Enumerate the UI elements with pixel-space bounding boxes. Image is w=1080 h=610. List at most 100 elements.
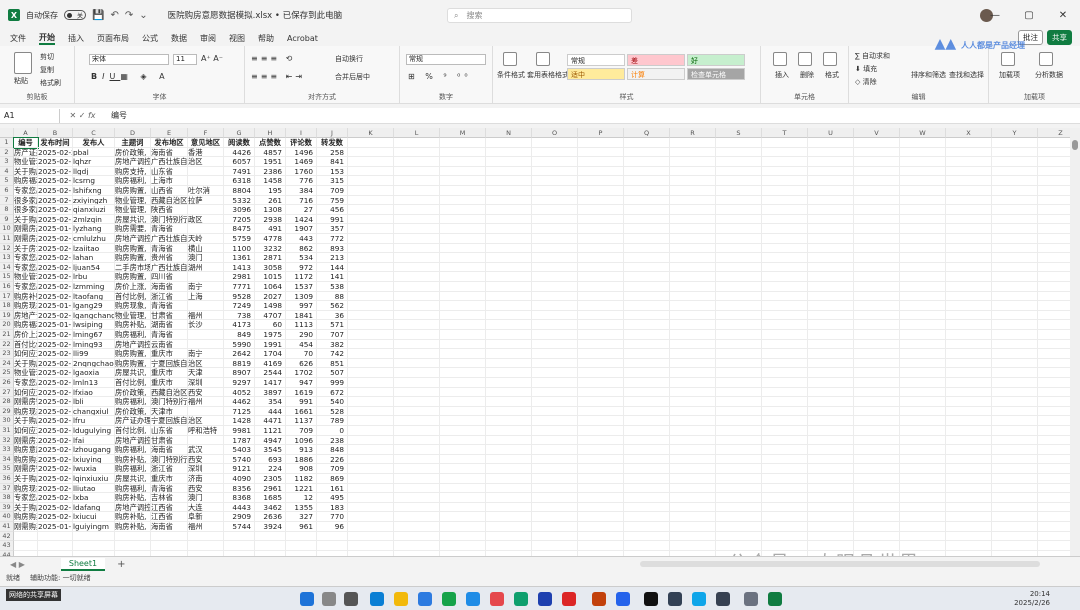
empty-cell[interactable] — [394, 214, 440, 225]
empty-cell[interactable] — [1038, 512, 1070, 522]
empty-cell[interactable] — [762, 320, 808, 330]
table-cell[interactable]: lgangchang — [73, 310, 115, 321]
table-cell[interactable]: 专家您出, — [14, 253, 38, 263]
table-cell[interactable]: 1137 — [286, 416, 317, 426]
empty-cell[interactable] — [1038, 455, 1070, 465]
empty-cell[interactable] — [578, 426, 624, 436]
table-cell[interactable] — [188, 339, 224, 350]
empty-cell[interactable] — [624, 502, 670, 513]
table-cell[interactable]: 甘肃省 — [151, 310, 188, 321]
empty-cell[interactable] — [716, 454, 762, 465]
empty-cell[interactable] — [762, 531, 808, 542]
empty-cell[interactable] — [670, 387, 716, 398]
table-cell[interactable]: 2025-02- — [38, 358, 73, 369]
empty-cell[interactable] — [624, 416, 670, 426]
table-cell[interactable]: 2025-02- — [38, 397, 73, 407]
table-cell[interactable]: 陕西省 — [151, 205, 188, 215]
table-cell[interactable]: 大连 — [188, 502, 224, 513]
table-cell[interactable]: zxiyingzh — [73, 195, 115, 206]
empty-cell[interactable] — [762, 541, 808, 551]
empty-cell[interactable] — [532, 310, 578, 321]
table-cell[interactable]: 2025-02- — [38, 243, 73, 254]
table-cell[interactable]: 房地产调控 — [115, 234, 151, 244]
empty-cell[interactable] — [440, 416, 486, 426]
empty-cell[interactable] — [716, 253, 762, 263]
empty-cell[interactable] — [716, 282, 762, 292]
empty-cell[interactable] — [854, 272, 900, 282]
empty-cell[interactable] — [394, 301, 440, 311]
empty-cell[interactable] — [348, 474, 394, 484]
empty-cell[interactable] — [670, 474, 716, 484]
table-cell[interactable]: 购房补贴, — [115, 493, 151, 503]
clear-button[interactable]: ◇ 清除 — [855, 77, 877, 87]
empty-cell[interactable] — [716, 349, 762, 359]
table-cell[interactable]: ljuan54 — [73, 262, 115, 273]
table-cell[interactable]: 青海省 — [151, 301, 188, 311]
table-cell[interactable]: 4173 — [224, 320, 255, 330]
empty-cell[interactable] — [808, 531, 854, 542]
empty-cell[interactable] — [532, 224, 578, 234]
empty-cell[interactable] — [624, 243, 670, 254]
insert-cells-button[interactable]: 插入 — [775, 70, 789, 80]
empty-cell[interactable] — [578, 483, 624, 494]
empty-cell[interactable] — [532, 426, 578, 436]
empty-cell[interactable] — [624, 368, 670, 378]
style-check[interactable]: 检查单元格 — [687, 68, 745, 80]
empty-cell[interactable] — [1038, 436, 1070, 446]
empty-cell[interactable] — [808, 493, 854, 503]
empty-cell[interactable] — [348, 272, 394, 282]
empty-cell[interactable] — [440, 147, 486, 158]
empty-cell[interactable] — [440, 358, 486, 369]
empty-cell[interactable] — [992, 435, 1038, 446]
empty-cell[interactable] — [854, 195, 900, 206]
empty-cell[interactable] — [762, 330, 808, 340]
empty-cell[interactable] — [188, 531, 224, 542]
table-cell[interactable]: 4471 — [255, 416, 286, 426]
empty-cell[interactable] — [716, 301, 762, 311]
empty-cell[interactable] — [486, 243, 532, 254]
table-cell[interactable]: 2mlzqin — [73, 214, 115, 225]
table-cell[interactable]: 天津 — [188, 368, 224, 378]
table-cell[interactable]: lahan — [73, 253, 115, 263]
table-cell[interactable]: 购房支持, — [115, 166, 151, 177]
empty-cell[interactable] — [532, 138, 578, 148]
table-cell[interactable]: 507 — [317, 368, 348, 378]
empty-cell[interactable] — [624, 166, 670, 177]
empty-cell[interactable] — [440, 502, 486, 513]
empty-cell[interactable] — [486, 454, 532, 465]
empty-cell[interactable] — [900, 234, 946, 244]
table-cell[interactable]: 776 — [286, 176, 317, 186]
empty-cell[interactable] — [670, 186, 716, 196]
empty-cell[interactable] — [854, 349, 900, 359]
empty-cell[interactable] — [900, 483, 946, 494]
empty-cell[interactable] — [394, 368, 440, 378]
empty-cell[interactable] — [854, 454, 900, 465]
empty-cell[interactable] — [992, 541, 1038, 551]
empty-cell[interactable] — [670, 272, 716, 282]
table-cell[interactable]: 2025-02- — [38, 387, 73, 398]
table-cell[interactable]: 382 — [317, 339, 348, 350]
format-cells-button[interactable]: 格式 — [825, 70, 839, 80]
empty-cell[interactable] — [394, 397, 440, 407]
table-cell[interactable]: 购房购置, — [115, 272, 151, 282]
empty-cell[interactable] — [670, 243, 716, 254]
app-icon-12[interactable] — [716, 592, 730, 606]
empty-cell[interactable] — [486, 435, 532, 446]
empty-cell[interactable] — [624, 186, 670, 196]
empty-cell[interactable] — [394, 310, 440, 321]
table-cell[interactable]: 354 — [255, 397, 286, 407]
table-cell[interactable]: 关于购房补 — [14, 166, 38, 177]
table-cell[interactable]: lzhougang — [73, 445, 115, 455]
table-cell[interactable]: 4090 — [224, 474, 255, 484]
table-cell[interactable]: 购房购买问 — [14, 512, 38, 522]
table-cell[interactable]: 759 — [317, 195, 348, 206]
table-cell[interactable]: 357 — [317, 224, 348, 234]
empty-cell[interactable] — [348, 320, 394, 330]
empty-cell[interactable] — [716, 262, 762, 273]
empty-cell[interactable] — [624, 406, 670, 417]
empty-cell[interactable] — [900, 435, 946, 446]
empty-cell[interactable] — [992, 147, 1038, 158]
table-cell[interactable]: 1100 — [224, 243, 255, 254]
empty-cell[interactable] — [670, 426, 716, 436]
header-cell[interactable]: 转发数 — [317, 138, 348, 148]
